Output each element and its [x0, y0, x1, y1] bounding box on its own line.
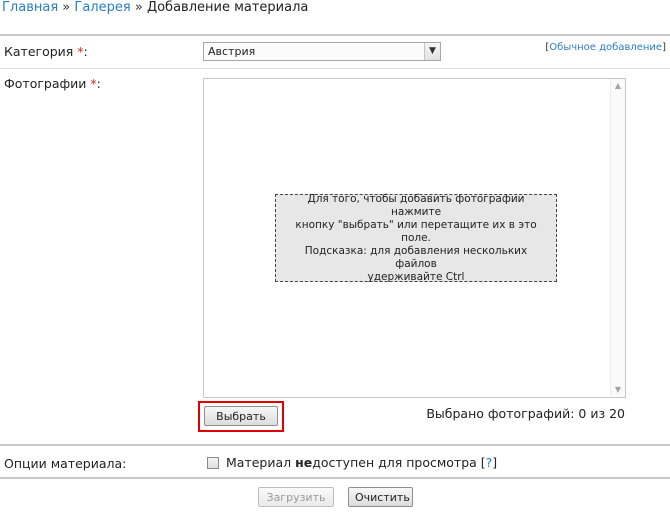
row-divider: [0, 68, 670, 69]
breadcrumb-separator: »: [134, 0, 143, 15]
scroll-up-icon[interactable]: ▲: [611, 79, 625, 93]
drop-hint: Для того, чтобы добавить фотографии нажм…: [275, 192, 557, 283]
category-select[interactable]: Австрия ▼: [203, 42, 441, 61]
bracket-close: ]: [492, 455, 498, 470]
unavailable-label-bold: не: [295, 455, 313, 470]
normal-add-link[interactable]: Обычное добавление: [549, 42, 662, 53]
top-divider: [0, 34, 670, 36]
scroll-down-icon[interactable]: ▼: [611, 383, 625, 397]
drop-zone-scrollbar[interactable]: ▲ ▼: [610, 79, 625, 397]
label-colon: :: [96, 76, 101, 91]
label-colon: :: [83, 44, 88, 59]
pick-files-button[interactable]: Выбрать: [204, 406, 278, 426]
drop-hint-line: Для того, чтобы добавить фотографии нажм…: [307, 192, 525, 218]
unavailable-label-pre: Материал: [226, 455, 296, 470]
breadcrumb: Главная » Галерея » Добавление материала: [2, 0, 308, 16]
unavailable-label: Материал недоступен для просмотра [?]: [226, 455, 497, 470]
options-divider-top: [0, 444, 670, 446]
photos-label-text: Фотографии: [4, 76, 87, 91]
selected-photos-count: Выбрано фотографий: 0 из 20: [426, 406, 625, 421]
photos-label: Фотографии *:: [4, 76, 101, 91]
upload-button[interactable]: Загрузить: [258, 487, 334, 507]
normal-add: [Обычное добавление]: [545, 42, 666, 53]
breadcrumb-gallery-link[interactable]: Галерея: [74, 0, 130, 15]
clear-button[interactable]: Очистить: [348, 487, 413, 507]
unavailable-checkbox[interactable]: [207, 457, 219, 469]
options-label: Опции материала:: [4, 456, 127, 471]
drop-hint-line: Подсказка: для добавления нескольких фай…: [304, 244, 528, 270]
category-selected-value: Австрия: [208, 45, 256, 58]
category-label-text: Категория: [4, 44, 74, 59]
unavailable-label-post: доступен для просмотра: [312, 455, 481, 470]
options-divider-bottom: [0, 477, 670, 479]
breadcrumb-current: Добавление материала: [146, 0, 309, 15]
drop-hint-line: кнопку "выбрать" или перетащите их в это…: [295, 218, 537, 244]
drop-hint-line: удерживайте Ctrl: [367, 270, 465, 283]
breadcrumb-separator: »: [62, 0, 71, 15]
bracket-close: ]: [662, 42, 666, 53]
chevron-down-icon[interactable]: ▼: [424, 43, 440, 60]
photo-drop-zone[interactable]: Для того, чтобы добавить фотографии нажм…: [203, 78, 626, 398]
breadcrumb-home-link[interactable]: Главная: [2, 0, 58, 15]
category-label: Категория *:: [4, 44, 88, 59]
